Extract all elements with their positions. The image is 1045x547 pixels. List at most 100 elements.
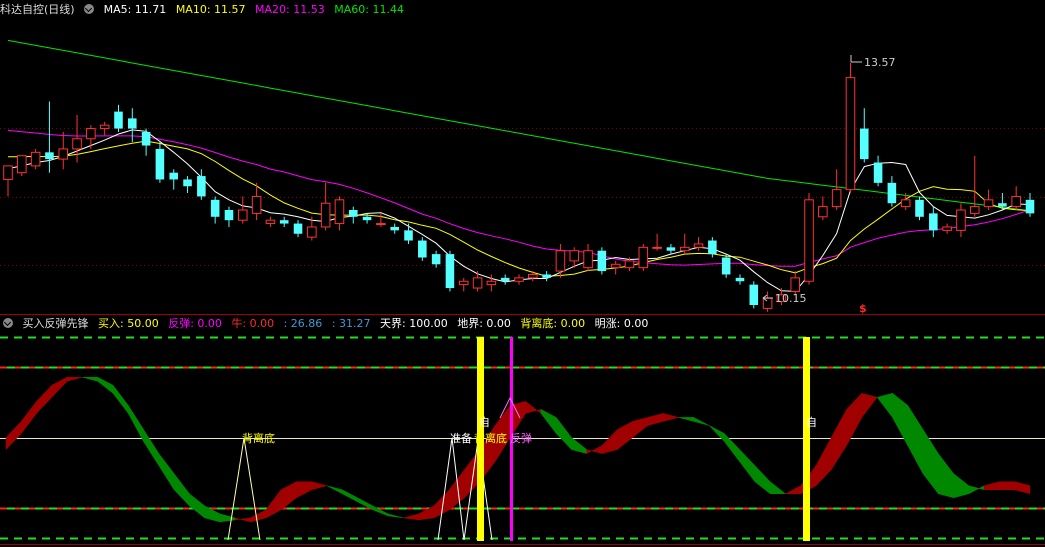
high-annotation: 13.57 bbox=[850, 55, 896, 69]
candle-body bbox=[376, 223, 386, 226]
candle bbox=[334, 196, 345, 231]
bear-band-segment bbox=[341, 489, 358, 503]
candle-body bbox=[666, 247, 676, 251]
ma-toggle-icon[interactable] bbox=[84, 4, 95, 14]
ma5-label: MA5: 11.71 bbox=[103, 3, 167, 16]
candle-body bbox=[431, 254, 441, 265]
candle-body bbox=[418, 240, 427, 258]
candle bbox=[1025, 193, 1035, 217]
candle-body bbox=[915, 199, 924, 217]
candle bbox=[597, 247, 607, 275]
indicator-panel-header: 买入反弹先锋 买入: 50.00 反弹: 0.00 牛: 0.00 : 26.8… bbox=[3, 316, 654, 332]
bull-band-segment bbox=[815, 437, 832, 487]
ma10-label: MA10: 11.57 bbox=[175, 3, 246, 16]
bull-band-segment bbox=[861, 392, 878, 419]
candle-body bbox=[597, 250, 607, 272]
bull-band-segment bbox=[235, 517, 251, 523]
candle-body bbox=[334, 199, 345, 225]
candle-body bbox=[542, 274, 551, 278]
rise-value: 明涨: 0.00 bbox=[594, 317, 649, 330]
candle bbox=[942, 223, 952, 234]
candle-body bbox=[472, 277, 483, 289]
candle bbox=[679, 233, 690, 255]
candle bbox=[58, 131, 69, 170]
indicator-toggle-icon[interactable] bbox=[3, 318, 13, 328]
candle-body bbox=[610, 263, 621, 269]
candle bbox=[210, 196, 220, 224]
ground-value: 地界: 0.00 bbox=[457, 317, 511, 330]
prep-label: 准备 bbox=[450, 431, 472, 445]
candle bbox=[320, 182, 331, 231]
bear-band-segment bbox=[922, 428, 939, 495]
candle bbox=[128, 108, 137, 143]
candle-body bbox=[86, 128, 96, 140]
candle-body bbox=[224, 210, 234, 221]
bull-band-segment bbox=[36, 384, 53, 415]
indicator-bands bbox=[5, 376, 1031, 523]
candle-body bbox=[169, 172, 179, 180]
bear-band-segment bbox=[555, 416, 572, 451]
bull-value: 牛: 0.00 bbox=[231, 317, 275, 330]
bear-band-segment bbox=[907, 404, 924, 474]
candle bbox=[845, 62, 856, 194]
bull-band-segment bbox=[785, 485, 801, 495]
bear-band-segment bbox=[724, 432, 740, 463]
candle-body bbox=[141, 131, 151, 146]
candle bbox=[293, 220, 303, 238]
candle-body bbox=[514, 277, 524, 282]
candle bbox=[528, 271, 538, 282]
bear-band-segment bbox=[326, 485, 343, 495]
candle-body bbox=[45, 152, 54, 160]
candle bbox=[542, 271, 551, 282]
ma20-label: MA20: 11.53 bbox=[255, 3, 325, 16]
bear-band-segment bbox=[143, 428, 160, 467]
candle-body bbox=[555, 250, 566, 272]
candle-body bbox=[1025, 199, 1035, 214]
candle-body bbox=[348, 210, 358, 217]
bear-band-segment bbox=[938, 452, 954, 499]
candle bbox=[114, 104, 123, 132]
candle-body bbox=[845, 77, 856, 191]
candle bbox=[17, 155, 27, 177]
diverge-label-2: 背离底 bbox=[474, 431, 507, 445]
self-label-1: 自 bbox=[479, 416, 490, 429]
candle bbox=[99, 121, 110, 136]
candle bbox=[583, 243, 593, 272]
candle-body bbox=[873, 162, 883, 183]
panel-title: 科达自控(日线) bbox=[0, 3, 75, 16]
candle-body bbox=[929, 213, 938, 231]
candle-body bbox=[114, 111, 123, 129]
sky-value: 天界: 100.00 bbox=[380, 317, 448, 330]
candle bbox=[45, 101, 54, 173]
candle-body bbox=[721, 257, 731, 275]
bull-band-segment bbox=[403, 513, 419, 521]
stock-chart-canvas: 13.57 10.15 $ 背离底 准备 背离底 反弹 自 自 bbox=[0, 39, 1045, 545]
bear-band-segment bbox=[739, 448, 756, 483]
value-2: : 31.27 bbox=[331, 317, 371, 330]
bull-band-segment bbox=[66, 376, 83, 382]
candle-body bbox=[859, 128, 869, 160]
candle bbox=[30, 148, 41, 170]
candle bbox=[915, 196, 924, 221]
candle-body bbox=[887, 182, 897, 204]
candle-body bbox=[569, 250, 580, 262]
price-panel-header: 科达自控(日线) MA5: 11.71 MA10: 11.57 MA20: 11… bbox=[0, 2, 410, 18]
bear-band-segment bbox=[189, 493, 205, 519]
candle bbox=[445, 250, 455, 292]
candle bbox=[514, 274, 524, 285]
bear-band-segment bbox=[158, 452, 175, 491]
candle bbox=[831, 169, 842, 210]
candle bbox=[929, 206, 938, 238]
candle bbox=[376, 213, 386, 227]
candle bbox=[693, 237, 704, 251]
candle-body bbox=[638, 246, 649, 269]
bear-band-segment bbox=[540, 408, 557, 435]
rebound-value: 反弹: 0.00 bbox=[168, 317, 222, 330]
candle-body bbox=[1011, 195, 1021, 208]
indicator-title: 买入反弹先锋 bbox=[22, 317, 89, 330]
candle-body bbox=[307, 226, 317, 238]
candle bbox=[762, 291, 773, 312]
bear-band-segment bbox=[97, 376, 114, 394]
diverge-label-1: 背离底 bbox=[242, 431, 275, 445]
candle bbox=[873, 155, 883, 187]
